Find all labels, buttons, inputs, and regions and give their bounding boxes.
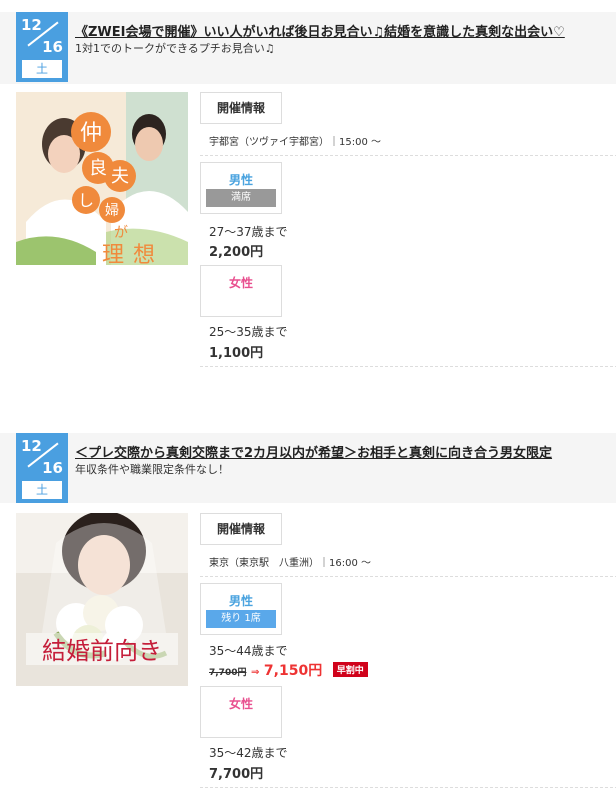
photo-char-1: 仲: [80, 121, 102, 146]
event-title-link[interactable]: 《ZWEI会場で開催》いい人がいれば後日お見合い♫結婚を意識した真剣な出会い♡: [75, 21, 565, 40]
event-header: 12 16 土 ＜プレ交際から真剣交際まで2カ月以内が希望＞お相手と真剣に向き合…: [0, 433, 616, 503]
event-subtitle: 年収条件や職業限定条件なし！: [75, 463, 229, 476]
event-photo[interactable]: 仲 良 し 夫 婦 が 理 想: [16, 92, 188, 265]
photo-char-5: 婦: [105, 202, 119, 219]
price-arrow-icon: ⇒: [251, 667, 260, 678]
female-label: 女性: [228, 697, 253, 711]
date-badge: 12 16 土: [16, 12, 68, 82]
date-month: 12: [21, 437, 42, 455]
male-age-range: 35～44歳まで: [209, 644, 288, 658]
male-price-original: 7,700円: [209, 668, 247, 678]
divider: [200, 366, 616, 367]
early-discount-badge: 早割中: [332, 662, 368, 677]
date-badge: 12 16 土: [16, 433, 68, 503]
event-title-link[interactable]: ＜プレ交際から真剣交際まで2カ月以内が希望＞お相手と真剣に向き合う男女限定: [75, 442, 552, 461]
event-header: 12 16 土 《ZWEI会場で開催》いい人がいれば後日お見合い♫結婚を意識した…: [0, 12, 616, 84]
male-entry-button[interactable]: 男性 残り 1席: [200, 583, 282, 635]
female-label: 女性: [228, 276, 253, 290]
divider: [200, 576, 616, 577]
female-entry-button[interactable]: 女性: [200, 265, 282, 317]
male-price-discounted: 7,150円: [263, 663, 323, 679]
date-month: 12: [21, 16, 42, 34]
event-info-button[interactable]: 開催情報: [200, 92, 282, 124]
male-entry-button[interactable]: 男性 満席: [200, 162, 282, 214]
photo-char-3: し: [78, 191, 94, 210]
female-price: 7,700円: [209, 767, 264, 782]
photo-char-6: が: [114, 225, 128, 241]
date-weekday: 土: [22, 60, 62, 78]
event-venue-time: 東京（東京駅 八重洲）｜16:00 ～: [209, 558, 371, 569]
event-card-2: 12 16 土 ＜プレ交際から真剣交際まで2カ月以内が希望＞お相手と真剣に向き合…: [0, 433, 616, 788]
female-price: 1,100円: [209, 346, 264, 361]
photo-char-7: 理: [102, 243, 124, 265]
event-info-button[interactable]: 開催情報: [200, 513, 282, 545]
event-photo[interactable]: 結婚前向き: [16, 513, 188, 686]
male-age-range: 27～37歳まで: [209, 225, 288, 239]
male-price: 2,200円: [209, 245, 264, 260]
divider: [200, 155, 616, 156]
female-age-range: 25～35歳まで: [209, 325, 288, 339]
female-entry-button[interactable]: 女性: [200, 686, 282, 738]
event-card-1: 12 16 土 《ZWEI会場で開催》いい人がいれば後日お見合い♫結婚を意識した…: [0, 12, 616, 367]
event-venue-time: 宇都宮（ツヴァイ宇都宮）｜15:00 ～: [209, 137, 381, 148]
female-age-range: 35～42歳まで: [209, 746, 288, 760]
photo-char-4: 夫: [111, 166, 129, 187]
date-day: 16: [42, 38, 63, 56]
photo-char-8: 想: [133, 243, 155, 265]
event-subtitle: 1対1でのトークができるプチお見合い♫: [75, 42, 275, 55]
photo-caption: 結婚前向き: [42, 637, 162, 665]
photo-char-2: 良: [89, 158, 107, 179]
date-weekday: 土: [22, 481, 62, 499]
male-price-row: 7,700円 ⇒ 7,150円 早割中: [209, 660, 368, 680]
male-label: 男性: [228, 594, 253, 608]
status-badge-full: 満席: [206, 189, 276, 207]
male-label: 男性: [228, 173, 253, 187]
date-day: 16: [42, 459, 63, 477]
status-badge-remaining: 残り 1席: [206, 610, 276, 628]
